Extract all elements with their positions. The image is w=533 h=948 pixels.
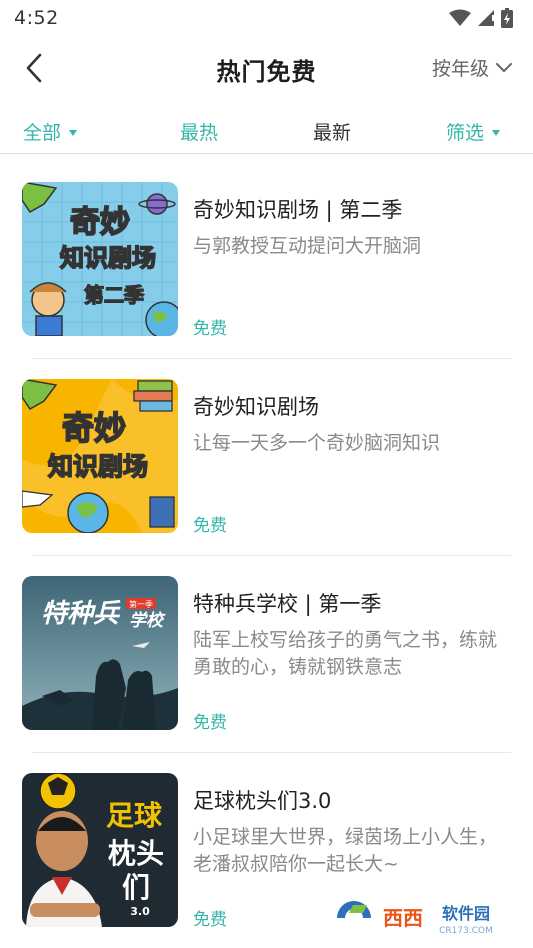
watermark-label: 软件园 <box>442 904 490 923</box>
price-label: 免费 <box>193 713 227 733</box>
cover-text: 们 <box>122 871 150 904</box>
filter-hot-label: 最热 <box>180 122 219 144</box>
cover-text: 特种兵 <box>41 599 121 629</box>
item-title: 特种兵学校 | 第一季 <box>193 592 382 616</box>
item-description: 与郭教授互动提问大开脑洞 <box>193 235 422 257</box>
content-list: 奇妙 知识剧场 第二季 奇妙知识剧场 | 第二季 与郭教授互动提问大开脑洞 免费 <box>0 162 533 948</box>
item-title: 奇妙知识剧场 <box>193 395 319 419</box>
status-time: 4:52 <box>14 7 59 29</box>
cover-text: 知识剧场 <box>48 452 148 481</box>
cover-image: 足球 枕头 们 3.0 <box>22 773 178 927</box>
item-description: 陆军上校写给孩子的勇气之书，练就勇敢的心，铸就钢铁意志 <box>193 629 498 678</box>
cover-text: 奇妙 <box>70 205 130 240</box>
grade-selector[interactable]: 按年级 <box>432 54 513 81</box>
price-label: 免费 <box>193 516 227 536</box>
filter-all-label: 全部 <box>23 122 62 144</box>
cover-text: 学校 <box>129 611 166 631</box>
cover-text: 3.0 <box>130 905 150 918</box>
cover-text: 奇妙 <box>62 409 126 447</box>
cover-image: 特种兵 第一季 学校 <box>22 576 178 730</box>
filter-screen[interactable]: 筛选 <box>446 118 501 145</box>
watermark-url: CR173.COM <box>439 926 493 936</box>
filter-screen-label: 筛选 <box>446 122 485 144</box>
cover-text: 枕头 <box>108 837 164 870</box>
cover-text: 第二季 <box>84 283 144 307</box>
battery-icon <box>501 8 513 28</box>
signal-icon <box>478 10 494 26</box>
status-bar: 4:52 <box>0 0 533 36</box>
wifi-icon <box>449 9 471 26</box>
dropdown-triangle-icon <box>69 129 78 136</box>
list-item[interactable]: 奇妙 知识剧场 奇妙知识剧场 让每一天多一个奇妙脑洞知识 免费 <box>0 359 533 556</box>
item-description: 小足球里大世界，绿茵场上小人生，老潘叔叔陪你一起长大~ <box>193 826 498 875</box>
chevron-down-icon <box>496 62 512 72</box>
cover-text: 知识剧场 <box>60 244 156 272</box>
dropdown-triangle-icon <box>492 129 501 136</box>
price-label: 免费 <box>193 910 227 930</box>
watermark-brand: 西西 <box>383 906 423 930</box>
item-title: 足球枕头们3.0 <box>193 789 332 813</box>
filter-all[interactable]: 全部 <box>23 118 78 145</box>
list-item[interactable]: 特种兵 第一季 学校 特种兵学校 | 第一季 陆军上校写给孩子的勇气之书，练就勇… <box>0 556 533 753</box>
filter-new-label: 最新 <box>313 122 352 144</box>
price-label: 免费 <box>193 319 227 339</box>
filter-new[interactable]: 最新 <box>313 118 351 145</box>
item-description: 让每一天多一个奇妙脑洞知识 <box>193 432 441 454</box>
item-title: 奇妙知识剧场 | 第二季 <box>193 198 403 222</box>
cover-image: 奇妙 知识剧场 第二季 <box>22 182 178 336</box>
watermark-logo: 西西 软件园 CR173.COM <box>333 897 513 939</box>
grade-selector-label: 按年级 <box>431 58 489 80</box>
page: 4:52 热门免费 按年级 全部 最热 最新 筛选 奇妙 知识剧场 第二季 奇妙… <box>0 0 533 948</box>
cover-badge: 第一季 <box>129 599 153 609</box>
cover-image: 奇妙 知识剧场 <box>22 379 178 533</box>
filter-hot[interactable]: 最热 <box>180 118 218 145</box>
status-icons <box>449 8 513 28</box>
cover-text: 足球 <box>106 799 163 832</box>
filter-bar: 全部 最热 最新 筛选 <box>0 108 533 154</box>
list-item[interactable]: 奇妙 知识剧场 第二季 奇妙知识剧场 | 第二季 与郭教授互动提问大开脑洞 免费 <box>0 162 533 359</box>
header: 热门免费 按年级 <box>0 40 533 96</box>
